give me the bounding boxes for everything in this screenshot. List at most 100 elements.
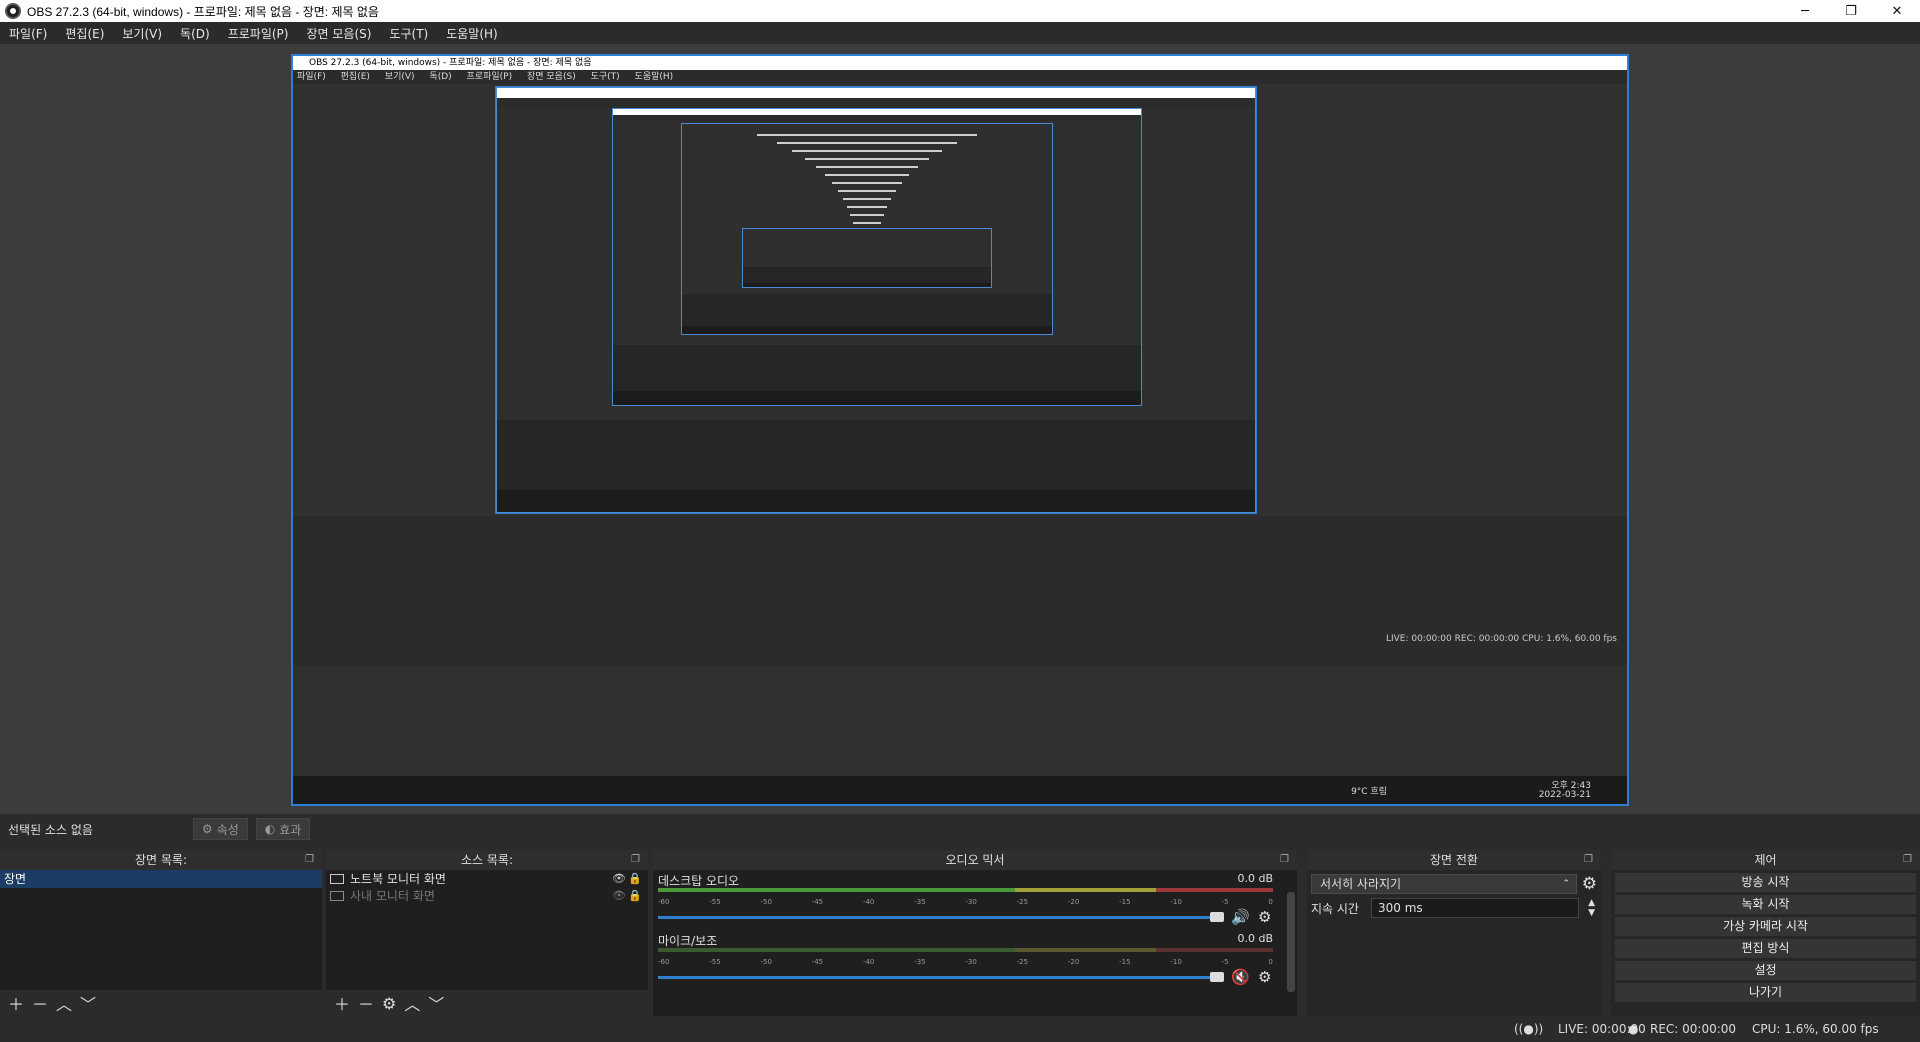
- nested-dock: [682, 294, 1052, 326]
- move-up-icon[interactable]: ︿: [56, 991, 72, 1015]
- gear-icon[interactable]: ⚙: [382, 994, 396, 1013]
- volume-slider[interactable]: [658, 972, 1224, 982]
- menu-profile[interactable]: 프로파일(P): [219, 25, 298, 42]
- nested-pyramid-line: [838, 190, 896, 192]
- captured-menu-item: 도움말(H): [634, 72, 674, 82]
- transition-select[interactable]: 서서히 사라지기 ⌃⌄: [1311, 874, 1577, 907]
- tick: -45: [811, 898, 824, 906]
- duration-input[interactable]: 300 ms: [1371, 898, 1579, 918]
- menu-edit[interactable]: 편집(E): [56, 25, 113, 42]
- slider-knob[interactable]: [1210, 972, 1224, 982]
- meter-green: [658, 888, 1015, 892]
- nested-pyramid-line: [805, 158, 929, 160]
- spinner-icon[interactable]: ▲ ▼: [1588, 898, 1595, 918]
- properties-button[interactable]: ⚙ 속성: [192, 818, 248, 840]
- transitions-panel: 장면 전환 ❐ 서서히 사라지기 ⌃⌄ ⚙ 지속 시간 300 ms ▲▼: [1307, 850, 1601, 1016]
- mixer-channel: 마이크/보조 0.0 dB -60 -55 -50 -45 -40 -35 -3…: [653, 930, 1297, 990]
- captured-window-title: OBS 27.2.3 (64-bit, windows) - 프로파일: 제목 …: [293, 56, 1627, 70]
- recursive-preview: [495, 86, 1257, 514]
- undock-icon[interactable]: ❐: [1280, 850, 1289, 870]
- undock-icon[interactable]: ❐: [305, 850, 314, 870]
- remove-icon[interactable]: －: [32, 991, 48, 1015]
- settings-button[interactable]: 설정: [1615, 961, 1916, 980]
- tick: -25: [1016, 958, 1029, 966]
- scene-item[interactable]: 장면: [0, 870, 322, 888]
- captured-menu-item: 프로파일(P): [466, 72, 513, 82]
- slider-knob[interactable]: [1210, 912, 1224, 922]
- menu-help[interactable]: 도움말(H): [437, 25, 507, 42]
- source-item[interactable]: 사내 모니터 화면 👁 🔒: [326, 887, 648, 904]
- nested-dock: [743, 267, 991, 283]
- tick: -35: [914, 958, 926, 966]
- meter-yellow: [1014, 888, 1157, 892]
- muted-speaker-icon[interactable]: 🔇: [1231, 968, 1250, 986]
- nested-pyramid-line: [816, 166, 918, 168]
- eye-icon[interactable]: 👁: [612, 872, 626, 885]
- restore-icon[interactable]: ❐: [1828, 0, 1874, 22]
- gear-icon[interactable]: ⚙: [1258, 968, 1271, 986]
- start-streaming-button[interactable]: 방송 시작: [1615, 873, 1916, 892]
- menu-file[interactable]: 파일(F): [0, 25, 56, 42]
- tick: -15: [1119, 958, 1131, 966]
- source-item[interactable]: 노트북 모니터 화면 👁 🔒: [326, 870, 648, 887]
- nested-pyramid-line: [853, 222, 881, 224]
- studio-mode-button[interactable]: 편집 방식: [1615, 939, 1916, 958]
- menu-scene-collection[interactable]: 장면 모음(S): [297, 25, 380, 42]
- start-virtual-camera-button[interactable]: 가상 카메라 시작: [1615, 917, 1916, 936]
- menu-dock[interactable]: 독(D): [171, 25, 219, 42]
- nested-taskbar: [682, 326, 1052, 334]
- controls-title: 제어: [1754, 853, 1777, 867]
- tick: -55: [709, 958, 721, 966]
- tick: -60: [658, 898, 670, 906]
- tick: 0: [1268, 898, 1273, 906]
- menu-tools[interactable]: 도구(T): [380, 25, 437, 42]
- volume-slider[interactable]: [658, 912, 1224, 922]
- nested-pyramid-line: [843, 198, 891, 200]
- source-toolbar: 선택된 소스 없음 ⚙ 속성 ◐ 효과: [0, 814, 1920, 844]
- exit-button[interactable]: 나가기: [1615, 983, 1916, 1002]
- gear-icon[interactable]: ⚙: [1258, 908, 1271, 926]
- minimize-icon[interactable]: ─: [1782, 0, 1828, 22]
- undock-icon[interactable]: ❐: [1584, 850, 1593, 870]
- controls-panel: 제어 ❐ 방송 시작 녹화 시작 가상 카메라 시작 편집 방식 설정 나가기: [1611, 850, 1920, 1016]
- mixer-title: 오디오 믹서: [945, 853, 1005, 867]
- tick: -5: [1221, 898, 1229, 906]
- close-icon[interactable]: ✕: [1874, 0, 1920, 22]
- rec-time: REC: 00:00:00: [1650, 1022, 1737, 1036]
- menu-view[interactable]: 보기(V): [113, 25, 171, 42]
- nested-pyramid-line: [847, 206, 887, 208]
- channel-db: 0.0 dB: [1237, 932, 1273, 945]
- nested-taskbar: [613, 391, 1141, 405]
- tick: -30: [965, 898, 977, 906]
- filters-button[interactable]: ◐ 효과: [255, 818, 311, 840]
- nested-dock: [497, 420, 1255, 490]
- remove-icon[interactable]: －: [358, 991, 374, 1015]
- add-icon[interactable]: ＋: [8, 991, 24, 1015]
- undock-icon[interactable]: ❐: [631, 850, 640, 870]
- captured-menu-item: 장면 모음(S): [526, 72, 576, 82]
- undock-icon[interactable]: ❐: [1903, 850, 1912, 870]
- lock-icon[interactable]: 🔒: [628, 889, 642, 902]
- move-down-icon[interactable]: ﹀: [80, 991, 96, 1015]
- duration-label: 지속 시간: [1311, 902, 1359, 916]
- meter-ticks: -60 -55 -50 -45 -40 -35 -30 -25 -20 -15 …: [658, 898, 1273, 908]
- move-down-icon[interactable]: ﹀: [428, 991, 444, 1015]
- sources-title: 소스 목록:: [460, 853, 514, 867]
- lock-icon[interactable]: 🔒: [628, 872, 642, 885]
- move-up-icon[interactable]: ︿: [404, 991, 420, 1015]
- tick: -15: [1119, 898, 1131, 906]
- tick: -55: [709, 898, 721, 906]
- mixer-scrollbar[interactable]: [1287, 892, 1295, 992]
- transitions-title: 장면 전환: [1430, 853, 1478, 867]
- sources-panel: 소스 목록: ❐ 노트북 모니터 화면 👁 🔒 사내 모니터 화면 👁 🔒 ＋ …: [326, 850, 648, 1016]
- start-recording-button[interactable]: 녹화 시작: [1615, 895, 1916, 914]
- add-icon[interactable]: ＋: [334, 991, 350, 1015]
- scenes-title: 장면 목록:: [134, 853, 188, 867]
- eye-hidden-icon[interactable]: 👁: [612, 889, 626, 902]
- preview-canvas[interactable]: OBS 27.2.3 (64-bit, windows) - 프로파일: 제목 …: [291, 54, 1629, 806]
- gear-icon[interactable]: ⚙: [1582, 874, 1597, 894]
- captured-date: 2022-03-21: [1538, 790, 1591, 800]
- tick: -10: [1170, 958, 1182, 966]
- speaker-icon[interactable]: 🔊: [1231, 908, 1250, 926]
- rec-icon: ●: [1628, 1022, 1639, 1036]
